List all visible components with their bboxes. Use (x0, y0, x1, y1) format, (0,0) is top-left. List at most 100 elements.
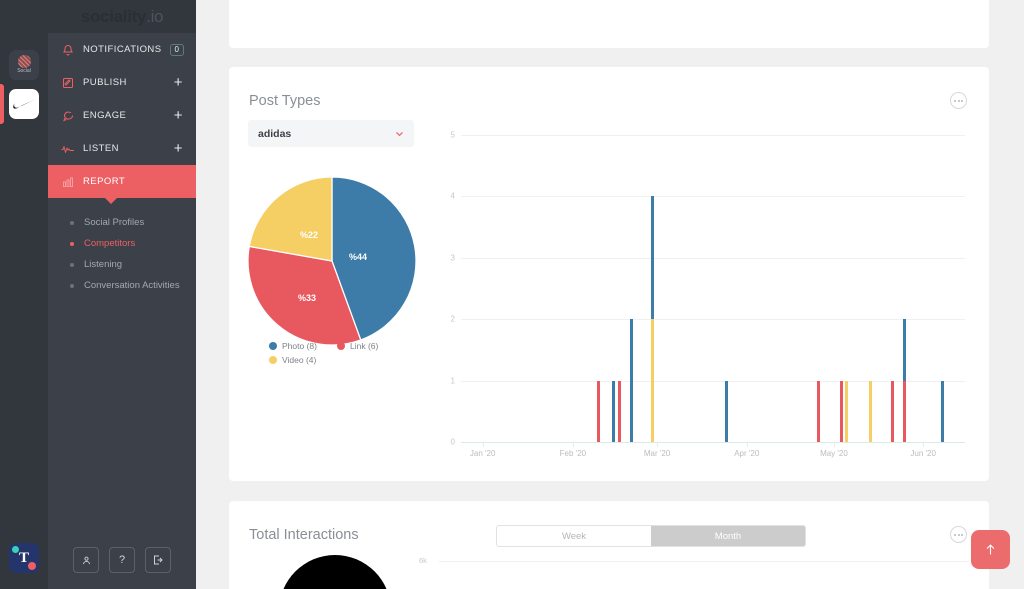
sidebar-item-label: REPORT (83, 176, 126, 187)
sidebar-subitem-label: Listening (84, 259, 123, 270)
post-types-bar-chart: 0 1 2 3 4 5 Jan '20 Feb '20 Mar '20 Apr '20 May '2… (434, 127, 969, 472)
x-tick-label: Jan '20 (469, 449, 496, 458)
sidebar-item-listen[interactable]: LISTEN + (48, 132, 196, 165)
range-option-week[interactable]: Week (497, 526, 651, 546)
range-toggle: Week Month (496, 525, 806, 547)
bullet-icon (70, 220, 74, 225)
bullet-icon (70, 241, 74, 246)
pencil-square-icon (61, 76, 75, 90)
account-avatar-social[interactable]: Social (9, 50, 39, 80)
x-tick-mark (657, 442, 659, 447)
y-tick-label: 0 (450, 437, 455, 447)
person-icon (82, 556, 90, 564)
account-avatar-nike[interactable] (9, 89, 39, 119)
content-area: 30 Dec06 Jan13 Jan20 Jan27 Jan03 Feb10 F… (196, 0, 1024, 589)
range-option-month[interactable]: Month (651, 526, 805, 546)
total-interactions-gridline (439, 561, 969, 562)
vertical-scrollbar[interactable] (1019, 0, 1024, 589)
sidebar-item-conversation-activities[interactable]: Conversation Activities (48, 275, 196, 296)
sidebar-item-social-profiles[interactable]: Social Profiles (48, 212, 196, 233)
bar-video[interactable] (845, 380, 849, 442)
profile-select-value: adidas (258, 127, 292, 140)
bar-video[interactable] (650, 319, 654, 442)
sidebar-item-engage[interactable]: ENGAGE + (48, 99, 196, 132)
add-engage-button[interactable]: + (174, 108, 183, 123)
x-tick-label: Jun '20 (910, 449, 936, 458)
total-interactions-donut (279, 555, 391, 589)
profile-button[interactable] (73, 547, 99, 573)
brand-logo: sociality .io (48, 0, 196, 33)
x-tick-mark (833, 442, 835, 447)
bar-photo[interactable] (724, 380, 728, 442)
add-listen-button[interactable]: + (174, 141, 183, 156)
brand-suffix: .io (146, 6, 164, 26)
sidebar-item-label: PUBLISH (83, 77, 127, 88)
x-tick-mark (746, 442, 748, 447)
bar-photo[interactable] (941, 380, 945, 442)
logout-button[interactable] (145, 547, 171, 573)
gridline: 2 (451, 315, 965, 324)
bar-chart-plot: 0 1 2 3 4 5 Jan '20 Feb '20 Mar '20 Apr '20 May '2… (451, 131, 965, 458)
bullet-icon (70, 262, 74, 267)
speech-bubble-icon (61, 109, 75, 123)
sidebar-item-report[interactable]: REPORT (48, 165, 196, 204)
app-root: Social T sociality .io NOTIFICATIONS 0 P… (0, 0, 1024, 589)
notifications-badge: 0 (169, 43, 185, 56)
scroll-to-top-button[interactable] (971, 530, 1010, 569)
social-logo-icon: Social (17, 55, 31, 75)
bar-photo[interactable] (630, 319, 634, 442)
gridline: 0 (451, 438, 965, 447)
sidebar-item-competitors[interactable]: Competitors (48, 233, 196, 254)
post-types-pie-chart: %44 %33 %22 (247, 176, 417, 357)
profile-select[interactable]: adidas (248, 120, 414, 147)
sidebar-item-publish[interactable]: PUBLISH + (48, 66, 196, 99)
bullet-icon (70, 283, 74, 288)
sidebar-subitem-label: Social Profiles (84, 217, 145, 228)
waveform-icon (61, 142, 75, 156)
sidebar-item-notifications[interactable]: NOTIFICATIONS 0 (48, 33, 196, 66)
bar-link[interactable] (617, 380, 621, 442)
bar-video[interactable] (868, 380, 872, 442)
legend-swatch (269, 356, 277, 364)
pie-slice-video[interactable] (248, 176, 333, 262)
legend-swatch (269, 342, 277, 350)
x-tick-mark (923, 442, 925, 447)
bar-link[interactable] (596, 380, 600, 442)
question-mark-icon: ? (118, 554, 126, 566)
x-tick-mark (572, 442, 574, 447)
active-account-indicator (0, 84, 4, 124)
x-tick-label: Feb '20 (559, 449, 587, 458)
gridline: 5 (451, 131, 965, 140)
x-tick-label: Mar '20 (643, 449, 671, 458)
sidebar-subnav: Social Profiles Competitors Listening Co… (48, 198, 196, 296)
help-button[interactable]: ? (109, 547, 135, 573)
legend-item-photo: Photo (8) (269, 341, 331, 351)
bar-photo[interactable] (612, 380, 616, 442)
sidebar-subitem-label: Conversation Activities (84, 280, 180, 291)
card-top-partial: 30 Dec06 Jan13 Jan20 Jan27 Jan03 Feb10 F… (229, 0, 989, 48)
add-publish-button[interactable]: + (174, 75, 183, 90)
legend-label: Photo (8) (282, 341, 317, 351)
arrow-up-icon (986, 544, 995, 555)
logout-icon (154, 555, 163, 565)
sidebar-item-label: LISTEN (83, 143, 119, 154)
workspace-avatar[interactable]: T (9, 543, 39, 573)
gridline: 1 (451, 376, 965, 385)
pie-svg (247, 176, 417, 346)
bar-link[interactable] (817, 380, 821, 442)
gridline: 3 (451, 253, 965, 262)
brand-name: sociality (80, 6, 147, 26)
page-title: Post Types (249, 93, 321, 109)
bar-link[interactable] (839, 380, 843, 442)
y-tick-label: 3 (450, 253, 455, 263)
bar-link[interactable] (890, 380, 894, 442)
ellipsis-icon[interactable] (950, 526, 967, 543)
x-tick-mark (482, 442, 484, 447)
bar-chart-icon (61, 175, 75, 189)
sidebar-item-listening[interactable]: Listening (48, 254, 196, 275)
ellipsis-icon[interactable] (950, 92, 967, 109)
account-rail: Social T (0, 0, 48, 589)
sidebar-tools: ? (48, 547, 196, 573)
total-interactions-title: Total Interactions (249, 527, 359, 543)
bar-link[interactable] (902, 380, 906, 442)
